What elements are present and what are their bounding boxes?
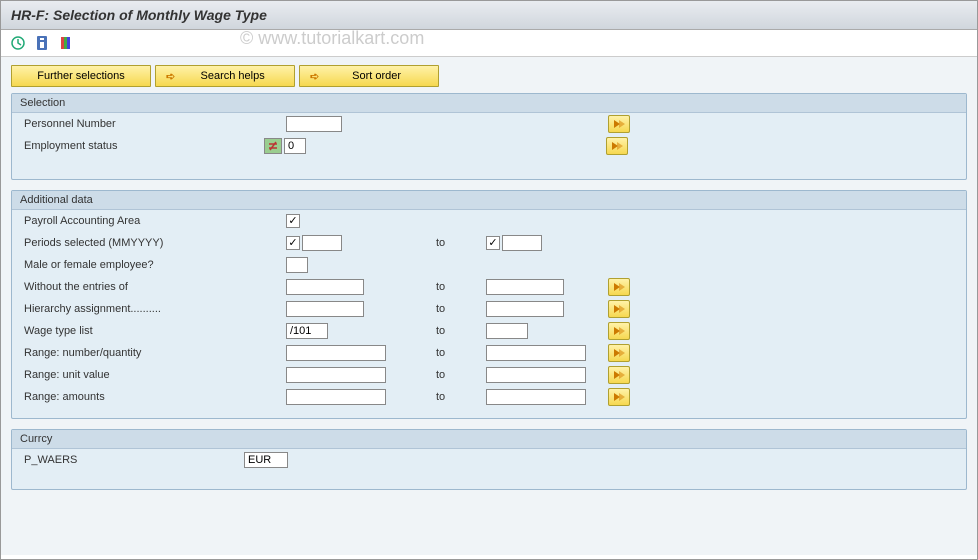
further-selections-button[interactable]: Further selections bbox=[11, 65, 151, 87]
range-unit-more-button[interactable] bbox=[608, 366, 630, 384]
p-waers-label: P_WAERS bbox=[24, 454, 244, 466]
selection-group: Selection Personnel Number Employment st… bbox=[11, 93, 967, 180]
p-waers-input[interactable] bbox=[244, 452, 288, 468]
hierarchy-to-input[interactable] bbox=[486, 301, 564, 317]
periods-from-checkbox[interactable]: ✓ bbox=[286, 236, 300, 250]
sort-order-label: Sort order bbox=[325, 70, 428, 82]
range-unit-from-input[interactable] bbox=[286, 367, 386, 383]
periods-to-input[interactable] bbox=[502, 235, 542, 251]
without-entries-more-button[interactable] bbox=[608, 278, 630, 296]
to-label: to bbox=[436, 347, 476, 359]
personnel-number-row: Personnel Number bbox=[12, 113, 966, 135]
app-toolbar bbox=[1, 30, 977, 57]
range-qty-label: Range: number/quantity bbox=[24, 347, 264, 359]
range-unit-row: Range: unit value to bbox=[12, 364, 966, 386]
range-unit-label: Range: unit value bbox=[24, 369, 264, 381]
additional-data-group: Additional data Payroll Accounting Area … bbox=[11, 190, 967, 419]
to-label: to bbox=[436, 303, 476, 315]
hierarchy-more-button[interactable] bbox=[608, 300, 630, 318]
gender-label: Male or female employee? bbox=[24, 259, 264, 271]
range-amt-row: Range: amounts to bbox=[12, 386, 966, 408]
personnel-number-more-button[interactable] bbox=[608, 115, 630, 133]
currency-group: Currcy P_WAERS bbox=[11, 429, 967, 490]
without-entries-row: Without the entries of to bbox=[12, 276, 966, 298]
periods-from-input[interactable] bbox=[302, 235, 342, 251]
periods-label: Periods selected (MMYYYY) bbox=[24, 237, 264, 249]
hierarchy-from-input[interactable] bbox=[286, 301, 364, 317]
payroll-area-label: Payroll Accounting Area bbox=[24, 215, 264, 227]
to-label: to bbox=[436, 391, 476, 403]
wage-type-row: Wage type list to bbox=[12, 320, 966, 342]
range-amt-to-input[interactable] bbox=[486, 389, 586, 405]
content-area: Further selections ➪ Search helps ➪ Sort… bbox=[1, 57, 977, 555]
execute-icon[interactable] bbox=[9, 34, 27, 52]
wage-type-label: Wage type list bbox=[24, 325, 264, 337]
p-waers-row: P_WAERS bbox=[12, 449, 966, 471]
range-amt-label: Range: amounts bbox=[24, 391, 264, 403]
sort-order-button[interactable]: ➪ Sort order bbox=[299, 65, 439, 87]
arrow-right-icon: ➪ bbox=[166, 70, 175, 83]
hierarchy-label: Hierarchy assignment.......... bbox=[24, 303, 264, 315]
hierarchy-row: Hierarchy assignment.......... to bbox=[12, 298, 966, 320]
search-helps-label: Search helps bbox=[181, 70, 284, 82]
employment-status-row: Employment status bbox=[12, 135, 966, 157]
gender-row: Male or female employee? bbox=[12, 254, 966, 276]
without-entries-label: Without the entries of bbox=[24, 281, 264, 293]
selection-group-title: Selection bbox=[12, 94, 966, 113]
flag-icon[interactable] bbox=[57, 34, 75, 52]
additional-data-title: Additional data bbox=[12, 191, 966, 210]
wage-type-to-input[interactable] bbox=[486, 323, 528, 339]
periods-row: Periods selected (MMYYYY) ✓ to ✓ bbox=[12, 232, 966, 254]
to-label: to bbox=[436, 281, 476, 293]
employment-status-input[interactable] bbox=[284, 138, 306, 154]
personnel-number-label: Personnel Number bbox=[24, 118, 264, 130]
to-label: to bbox=[436, 369, 476, 381]
range-qty-row: Range: number/quantity to bbox=[12, 342, 966, 364]
further-selections-label: Further selections bbox=[37, 70, 124, 82]
without-entries-to-input[interactable] bbox=[486, 279, 564, 295]
payroll-area-checkbox[interactable]: ✓ bbox=[286, 214, 300, 228]
range-unit-to-input[interactable] bbox=[486, 367, 586, 383]
payroll-area-row: Payroll Accounting Area ✓ bbox=[12, 210, 966, 232]
to-label: to bbox=[436, 237, 476, 249]
without-entries-from-input[interactable] bbox=[286, 279, 364, 295]
gender-input[interactable] bbox=[286, 257, 308, 273]
range-amt-from-input[interactable] bbox=[286, 389, 386, 405]
wage-type-more-button[interactable] bbox=[608, 322, 630, 340]
range-qty-to-input[interactable] bbox=[486, 345, 586, 361]
currency-group-title: Currcy bbox=[12, 430, 966, 449]
search-helps-button[interactable]: ➪ Search helps bbox=[155, 65, 295, 87]
range-qty-more-button[interactable] bbox=[608, 344, 630, 362]
range-amt-more-button[interactable] bbox=[608, 388, 630, 406]
wage-type-from-input[interactable] bbox=[286, 323, 328, 339]
page-title: HR-F: Selection of Monthly Wage Type bbox=[11, 7, 267, 23]
title-bar: HR-F: Selection of Monthly Wage Type bbox=[1, 1, 977, 30]
employment-status-label: Employment status bbox=[24, 140, 264, 152]
to-label: to bbox=[436, 325, 476, 337]
selection-buttons: Further selections ➪ Search helps ➪ Sort… bbox=[11, 65, 967, 87]
range-qty-from-input[interactable] bbox=[286, 345, 386, 361]
info-icon[interactable] bbox=[33, 34, 51, 52]
not-equal-icon[interactable] bbox=[264, 138, 282, 154]
personnel-number-input[interactable] bbox=[286, 116, 342, 132]
employment-status-more-button[interactable] bbox=[606, 137, 628, 155]
arrow-right-icon: ➪ bbox=[310, 70, 319, 83]
periods-to-checkbox[interactable]: ✓ bbox=[486, 236, 500, 250]
